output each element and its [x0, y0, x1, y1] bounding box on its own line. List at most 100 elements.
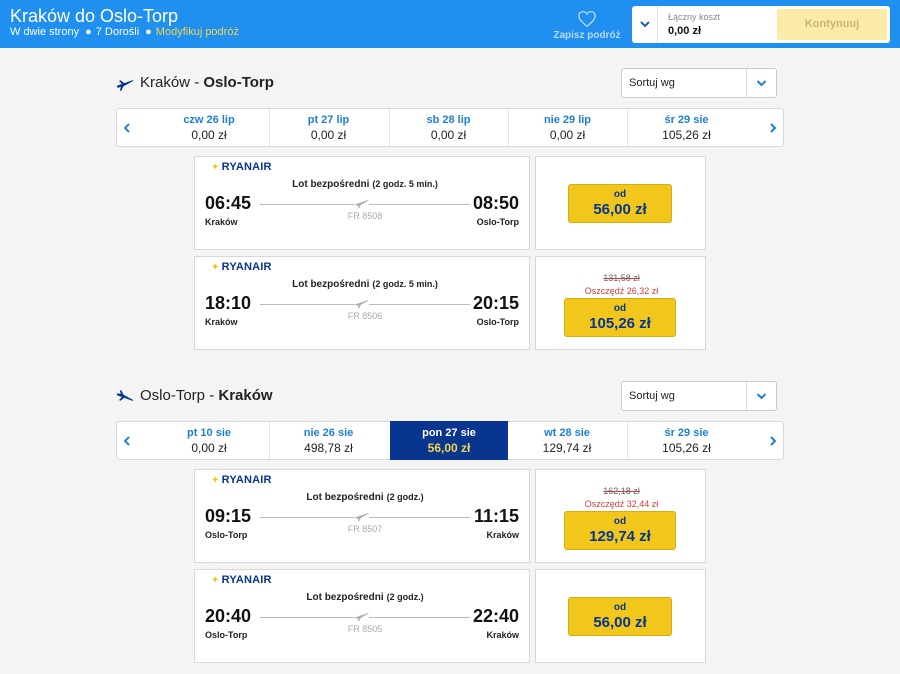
date-label: nie 26 sie — [303, 427, 354, 439]
outbound-header: Kraków - Oslo-Torp Sortuj wg — [116, 68, 784, 98]
chevron-down-icon — [756, 392, 767, 399]
departure-city: Kraków — [205, 317, 238, 327]
outbound-date-strip: czw 26 lip 0,00 zł pt 27 lip 0,00 zł sb 28… — [116, 108, 784, 147]
flight-type: Lot bezpośredni (2 godz. 5 min.) — [255, 179, 475, 190]
inbound-route: Oslo-Torp - Kraków — [140, 387, 273, 404]
plane-departure-icon — [116, 80, 134, 91]
route-separator: - — [190, 74, 204, 91]
date-label: czw 26 lip — [183, 114, 235, 126]
route-to: Oslo-Torp — [203, 74, 274, 91]
route-from: Oslo-Torp — [140, 387, 206, 404]
save-trip-label: Zapisz podróż — [553, 30, 621, 41]
arrival-time: 08:50 — [472, 193, 519, 213]
next-dates-button[interactable] — [763, 422, 783, 459]
date-cell[interactable]: wt 28 sie 129,74 zł — [508, 422, 626, 459]
date-label: pt 27 lip — [307, 114, 350, 126]
top-bar: Kraków do Oslo-Torp W dwie strony ● 7 Doro… — [0, 0, 900, 48]
sort-dropdown[interactable]: Sortuj wg — [621, 68, 777, 98]
flight-duration: (2 godz. 5 min.) — [372, 179, 438, 189]
price-panel: 131,58 zł Oszczędź 26,32 zł od 105,26 zł — [535, 256, 706, 350]
departure-time: 20:40 — [205, 606, 252, 626]
flight-type-label: Lot bezpośredni — [306, 492, 384, 503]
flight-duration: (2 godz.) — [386, 592, 424, 602]
date-label: sb 28 lip — [426, 114, 471, 126]
departure-city: Oslo-Torp — [205, 530, 248, 540]
date-label: pon 27 sie — [422, 427, 476, 439]
prev-dates-button[interactable] — [117, 109, 137, 146]
plane-icon — [355, 610, 369, 622]
sort-label: Sortuj wg — [629, 77, 675, 89]
old-price: 162,18 zł — [603, 486, 640, 496]
route-from: Kraków — [140, 74, 191, 91]
next-dates-button[interactable] — [763, 109, 783, 146]
prev-dates-button[interactable] — [117, 422, 137, 459]
plane-icon — [355, 510, 369, 522]
departure-time: 06:45 — [205, 193, 252, 213]
date-cell[interactable]: śr 29 sie 105,26 zł — [627, 109, 745, 146]
airline-name: RYANAIR — [221, 261, 272, 273]
save-trip-button[interactable]: Zapisz podróż — [552, 10, 622, 41]
flight-type-label: Lot bezpośredni — [306, 592, 384, 603]
arrival-time: 20:15 — [472, 293, 519, 313]
harp-icon: ✦ — [211, 475, 220, 486]
flight-card[interactable]: ✦ RYANAIR Lot bezpośredni (2 godz. 5 min.)… — [194, 156, 706, 250]
arrival-city: Kraków — [486, 630, 519, 640]
from-label: od — [613, 303, 627, 314]
select-fare-button[interactable]: od 56,00 zł — [568, 597, 672, 636]
date-price: 498,78 zł — [304, 441, 353, 455]
date-label: wt 28 sie — [544, 427, 590, 439]
fare-price: 129,74 zł — [589, 528, 651, 545]
date-cell[interactable]: sb 28 lip 0,00 zł — [389, 109, 507, 146]
fare-price: 56,00 zł — [593, 614, 647, 631]
date-cell-selected[interactable]: pon 27 sie 56,00 zł — [390, 421, 508, 460]
date-cell[interactable]: pt 10 sie 0,00 zł — [150, 422, 268, 459]
plane-arrival-icon — [116, 390, 134, 401]
saving-label: Oszczędź 32,44 zł — [584, 499, 659, 509]
inbound-date-strip: pt 10 sie 0,00 zł nie 26 sie 498,78 zł pon… — [116, 421, 784, 460]
sort-toggle[interactable] — [746, 69, 776, 97]
date-cell[interactable]: pt 27 lip 0,00 zł — [269, 109, 387, 146]
modify-trip-link[interactable]: Modyfikuj podróż — [156, 26, 239, 38]
dot-separator: ● — [85, 26, 92, 38]
flight-duration: (2 godz. 5 min.) — [372, 279, 438, 289]
departure-time: 09:15 — [205, 506, 252, 526]
flight-info: ✦ RYANAIR Lot bezpośredni (2 godz.) 09:15 … — [194, 469, 530, 563]
select-fare-button[interactable]: od 56,00 zł — [568, 184, 672, 223]
flight-card[interactable]: ✦ RYANAIR Lot bezpośredni (2 godz.) 09:15 … — [194, 469, 706, 563]
continue-button[interactable]: Kontynuuj — [777, 9, 887, 40]
from-label: od — [613, 516, 627, 527]
from-label: od — [613, 189, 627, 200]
heart-icon — [578, 10, 596, 28]
sort-dropdown[interactable]: Sortuj wg — [621, 381, 777, 411]
flight-number: FR 8505 — [347, 624, 383, 634]
flight-type-label: Lot bezpośredni — [292, 179, 370, 190]
dot-separator: ● — [145, 26, 152, 38]
sort-label: Sortuj wg — [629, 390, 675, 402]
flight-type: Lot bezpośredni (2 godz.) — [255, 592, 475, 603]
from-label: od — [613, 602, 627, 613]
outbound-route: Kraków - Oslo-Torp — [140, 74, 274, 91]
cost-expand-button[interactable] — [632, 6, 658, 43]
select-fare-button[interactable]: od 129,74 zł — [564, 511, 676, 550]
date-price: 105,26 zł — [662, 128, 711, 142]
flight-duration: (2 godz.) — [386, 492, 424, 502]
airline-logo: ✦ RYANAIR — [211, 474, 272, 486]
fare-price: 105,26 zł — [589, 315, 651, 332]
date-cell[interactable]: nie 29 lip 0,00 zł — [508, 109, 626, 146]
date-cell[interactable]: śr 29 sie 105,26 zł — [627, 422, 745, 459]
date-cell[interactable]: nie 26 sie 498,78 zł — [269, 422, 387, 459]
trip-summary: W dwie strony ● 7 Dorośli ● Modyfikuj podróż — [10, 26, 241, 38]
arrival-time: 22:40 — [472, 606, 519, 626]
select-fare-button[interactable]: od 105,26 zł — [564, 298, 676, 337]
flight-card[interactable]: ✦ RYANAIR Lot bezpośredni (2 godz. 5 min.)… — [194, 256, 706, 350]
sort-toggle[interactable] — [746, 382, 776, 410]
passenger-count: 7 Dorośli — [95, 26, 140, 38]
date-price: 0,00 zł — [191, 441, 227, 455]
flight-card[interactable]: ✦ RYANAIR Lot bezpośredni (2 godz.) 20:40 … — [194, 569, 706, 663]
airline-logo: ✦ RYANAIR — [211, 161, 272, 173]
departure-city: Oslo-Torp — [205, 630, 248, 640]
price-panel: od 56,00 zł — [535, 156, 706, 250]
arrival-city: Oslo-Torp — [476, 217, 519, 227]
date-cell[interactable]: czw 26 lip 0,00 zł — [150, 109, 268, 146]
flight-number: FR 8507 — [347, 524, 383, 534]
